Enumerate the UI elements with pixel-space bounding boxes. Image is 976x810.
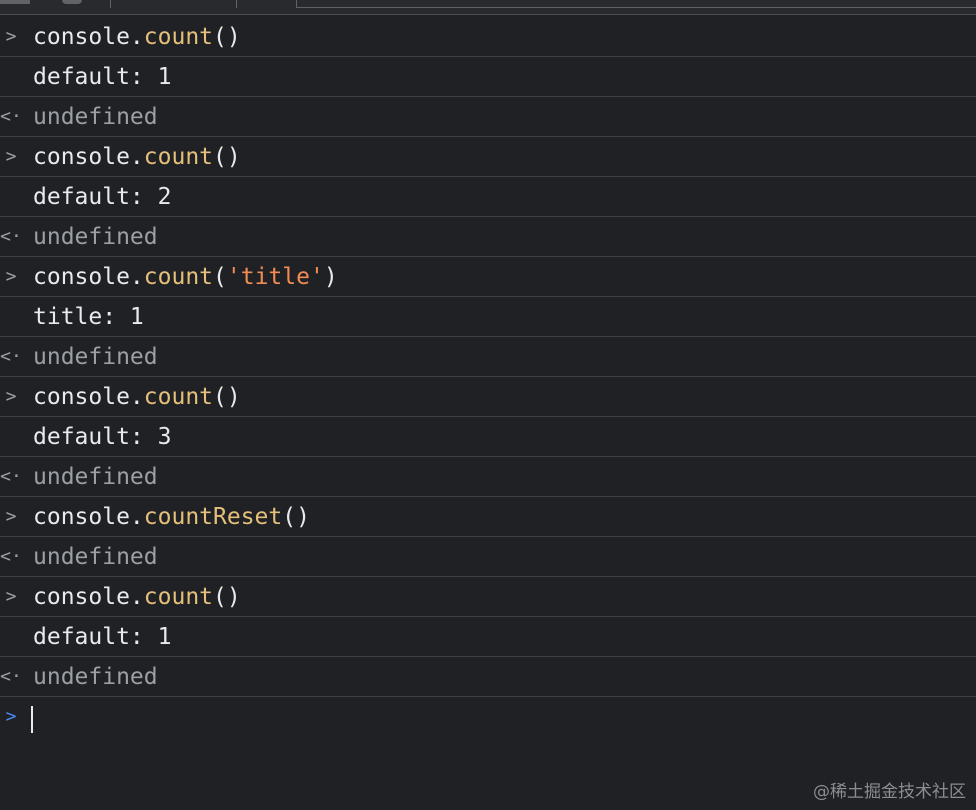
code-paren-close: ) — [226, 144, 241, 170]
code-paren-open: ( — [213, 384, 227, 410]
console-messages: > console.count() default: 1 <· undefined > co… — [0, 17, 976, 745]
input-code[interactable]: console.count() — [33, 137, 241, 177]
code-method: count — [143, 384, 214, 410]
code-object: console. — [33, 144, 144, 170]
log-text: title: 1 — [33, 304, 144, 330]
text-cursor — [31, 706, 33, 733]
code-paren-open: ( — [213, 264, 227, 290]
result-text: undefined — [33, 224, 158, 250]
console-result-line: <· undefined — [0, 97, 976, 137]
input-chevron-icon: > — [5, 386, 17, 407]
watermark: @稀土掘金技术社区 — [813, 782, 966, 802]
console-result-line: <· undefined — [0, 537, 976, 577]
result-text: undefined — [33, 344, 158, 370]
code-object: console. — [33, 24, 144, 50]
console-input-line: > console.count() — [0, 377, 976, 417]
code-paren-open: ( — [282, 504, 297, 530]
result-arrow-icon: <· — [0, 546, 22, 567]
code-argument: 'title' — [226, 264, 324, 290]
input-code[interactable]: console.count() — [33, 377, 241, 417]
result-arrow-icon: <· — [0, 466, 22, 487]
console-result-line: <· undefined — [0, 217, 976, 257]
result-text: undefined — [33, 104, 158, 130]
filter-input[interactable] — [296, 0, 976, 8]
prompt-chevron-icon: > — [5, 706, 17, 727]
log-text: default: 1 — [33, 624, 172, 650]
console-log-line: default: 3 — [0, 417, 976, 457]
toolbar-divider — [110, 0, 111, 8]
log-text: default: 2 — [33, 184, 172, 210]
code-object: console. — [33, 384, 144, 410]
code-paren-close: ) — [226, 384, 241, 410]
result-text: undefined — [33, 664, 158, 690]
code-paren-close: ) — [296, 504, 310, 530]
input-code[interactable]: console.count('title') — [33, 257, 338, 297]
input-chevron-icon: > — [5, 506, 17, 527]
result-arrow-icon: <· — [0, 666, 22, 687]
input-chevron-icon: > — [5, 146, 17, 167]
code-method: count — [143, 264, 214, 290]
result-arrow-icon: <· — [0, 226, 22, 247]
code-paren-open: ( — [213, 24, 227, 50]
toolbar-divider — [236, 0, 237, 8]
input-code[interactable]: console.count() — [33, 577, 241, 617]
console-input-line: > console.count() — [0, 137, 976, 177]
console-input-line: > console.countReset() — [0, 497, 976, 537]
console-log-line: default: 1 — [0, 57, 976, 97]
code-paren-close: ) — [226, 24, 241, 50]
console-input-line: > console.count() — [0, 17, 976, 57]
code-method: count — [143, 584, 214, 610]
code-method: countReset — [143, 504, 283, 530]
input-chevron-icon: > — [5, 586, 17, 607]
result-text: undefined — [33, 464, 158, 490]
console-log-line: default: 2 — [0, 177, 976, 217]
console-input-line: > console.count('title') — [0, 257, 976, 297]
result-arrow-icon: <· — [0, 106, 22, 127]
code-paren-close: ) — [323, 264, 338, 290]
code-object: console. — [33, 264, 144, 290]
input-chevron-icon: > — [5, 266, 17, 287]
console-log-line: default: 1 — [0, 617, 976, 657]
result-text: undefined — [33, 544, 158, 570]
log-text: default: 1 — [33, 64, 172, 90]
code-method: count — [143, 24, 214, 50]
console-result-line: <· undefined — [0, 657, 976, 697]
code-method: count — [143, 144, 214, 170]
code-paren-open: ( — [213, 584, 227, 610]
input-code[interactable]: console.countReset() — [33, 497, 310, 537]
result-arrow-icon: <· — [0, 346, 22, 367]
log-text: default: 3 — [33, 424, 172, 450]
console-toolbar — [0, 0, 976, 15]
code-paren-open: ( — [213, 144, 227, 170]
code-object: console. — [33, 584, 144, 610]
sidebar-toggle-icon[interactable] — [0, 0, 30, 4]
code-paren-close: ) — [226, 584, 241, 610]
code-object: console. — [33, 504, 144, 530]
console-result-line: <· undefined — [0, 337, 976, 377]
console-log-line: title: 1 — [0, 297, 976, 337]
console-input-line: > console.count() — [0, 577, 976, 617]
input-code[interactable]: console.count() — [33, 17, 241, 57]
console-prompt[interactable]: > — [0, 697, 976, 745]
console-result-line: <· undefined — [0, 457, 976, 497]
clear-console-icon[interactable] — [62, 0, 82, 4]
input-chevron-icon: > — [5, 26, 17, 47]
